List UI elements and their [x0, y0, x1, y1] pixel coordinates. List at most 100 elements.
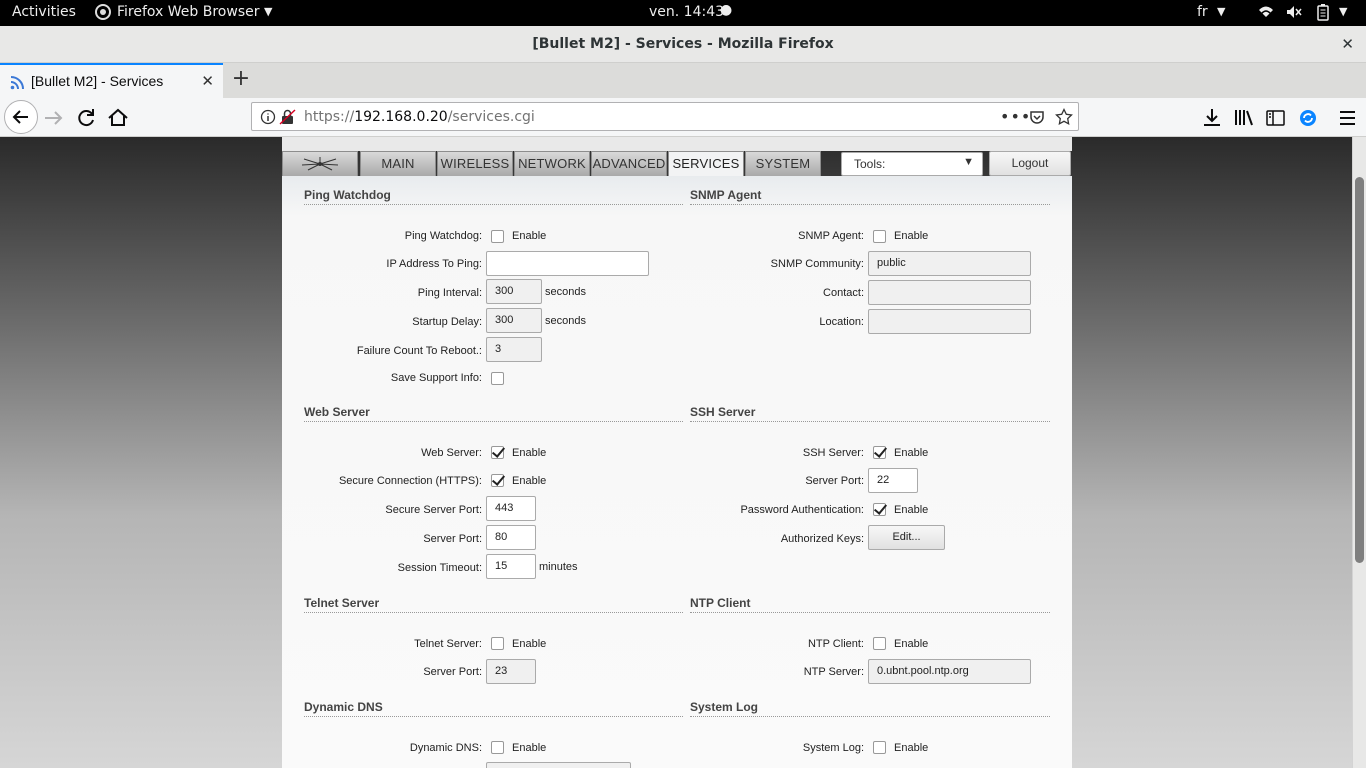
tab-main[interactable]: MAIN [360, 151, 436, 176]
sync-account-icon[interactable] [1295, 105, 1321, 131]
insecure-lock-icon[interactable] [279, 108, 297, 130]
telnet-server-label: Telnet Server: [414, 638, 482, 650]
reload-icon[interactable] [73, 105, 99, 131]
location-input[interactable] [868, 309, 1031, 334]
tab-network[interactable]: NETWORK [514, 151, 590, 176]
web-server-port-input[interactable]: 80 [486, 525, 536, 550]
failure-count-input[interactable]: 3 [486, 337, 542, 362]
edit-keys-button[interactable]: Edit... [868, 525, 945, 550]
contact-label: Contact: [823, 287, 864, 299]
window-close-icon[interactable]: ✕ [1341, 35, 1354, 53]
save-support-info-checkbox[interactable] [491, 372, 504, 385]
tab-advanced[interactable]: ADVANCED [591, 151, 667, 176]
airos-container: MAIN WIRELESS NETWORK ADVANCED SERVICES … [282, 137, 1072, 768]
pocket-icon[interactable] [1029, 109, 1045, 129]
tab-system[interactable]: SYSTEM [745, 151, 821, 176]
app-menu[interactable]: Firefox Web Browser [117, 4, 260, 20]
snmp-agent-enable-label: Enable [894, 230, 929, 242]
back-arrow-icon [12, 110, 28, 124]
forward-arrow-icon[interactable] [41, 105, 67, 131]
ssh-server-enable-label: Enable [894, 447, 929, 459]
tab-wireless[interactable]: WIRELESS [437, 151, 513, 176]
ping-watchdog-checkbox[interactable] [491, 230, 504, 243]
new-tab-icon[interactable]: + [230, 68, 252, 90]
secure-server-port-input[interactable]: 443 [486, 496, 536, 521]
dynamic-dns-host-input[interactable] [486, 762, 631, 768]
page-viewport: MAIN WIRELESS NETWORK ADVANCED SERVICES … [0, 137, 1352, 768]
tab-logo[interactable] [282, 151, 358, 176]
location-label: Location: [819, 316, 864, 328]
telnet-server-enable-label: Enable [512, 638, 547, 650]
telnet-server-heading: Telnet Server [304, 596, 683, 613]
contact-input[interactable] [868, 280, 1031, 305]
ntp-server-input[interactable]: 0.ubnt.pool.ntp.org [868, 659, 1031, 684]
session-timeout-unit: minutes [539, 561, 578, 573]
system-log-heading: System Log [690, 700, 1050, 717]
language-arrow-icon: ▼ [1217, 5, 1226, 18]
startup-delay-input[interactable]: 300 [486, 308, 542, 333]
tab-services[interactable]: SERVICES [668, 151, 744, 177]
snmp-agent-checkbox[interactable] [873, 230, 886, 243]
home-icon[interactable] [105, 105, 131, 131]
page-actions-icon[interactable]: ••• [1000, 107, 1031, 126]
volume-muted-icon[interactable] [1285, 3, 1303, 21]
dynamic-dns-enable-label: Enable [512, 742, 547, 754]
page-scrollbar[interactable] [1352, 137, 1366, 768]
ping-watchdog-label: Ping Watchdog: [404, 230, 482, 242]
https-enable-label: Enable [512, 475, 547, 487]
services-form: Ping Watchdog Ping Watchdog: Enable IP A… [282, 176, 1072, 768]
startup-delay-label: Startup Delay: [412, 316, 482, 328]
ssh-port-input[interactable]: 22 [868, 468, 918, 493]
firefox-app-icon [94, 3, 112, 21]
snmp-community-input[interactable]: public [868, 251, 1031, 276]
ip-to-ping-input[interactable] [486, 251, 649, 276]
telnet-server-checkbox[interactable] [491, 637, 504, 650]
sidebar-icon[interactable] [1263, 105, 1289, 131]
browser-tab[interactable]: [Bullet M2] - Services ✕ [0, 63, 223, 98]
chevron-down-icon: ▼ [963, 156, 974, 168]
wifi-icon[interactable] [1257, 3, 1275, 21]
system-menu-arrow-icon[interactable]: ▼ [1339, 5, 1347, 18]
ssh-server-checkbox[interactable] [873, 446, 886, 459]
scrollbar-thumb[interactable] [1355, 177, 1364, 563]
back-button[interactable] [4, 100, 38, 134]
password-auth-checkbox[interactable] [873, 503, 886, 516]
rss-feed-icon [10, 75, 24, 94]
clock[interactable]: ven. 14:43 [649, 4, 724, 20]
notification-dot-icon: ● [720, 2, 733, 18]
ntp-client-heading: NTP Client [690, 596, 1050, 613]
ubiquiti-logo-icon [301, 157, 339, 171]
session-timeout-input[interactable]: 15 [486, 554, 536, 579]
ssh-port-label: Server Port: [805, 475, 864, 487]
https-checkbox[interactable] [491, 474, 504, 487]
bookmark-star-icon[interactable] [1055, 107, 1073, 130]
url-text[interactable]: https://192.168.0.20/services.cgi [304, 109, 535, 125]
ping-interval-input[interactable]: 300 [486, 279, 542, 304]
system-log-checkbox[interactable] [873, 741, 886, 754]
telnet-port-input[interactable]: 23 [486, 659, 536, 684]
language-indicator[interactable]: fr [1197, 4, 1208, 20]
ssh-server-heading: SSH Server [690, 405, 1050, 422]
startup-delay-unit: seconds [545, 315, 586, 327]
close-tab-icon[interactable]: ✕ [201, 72, 214, 90]
library-icon[interactable] [1231, 105, 1257, 131]
tools-select[interactable]: Tools: ▼ [841, 152, 983, 176]
url-bar[interactable]: https://192.168.0.20/services.cgi ••• [251, 102, 1079, 131]
dynamic-dns-checkbox[interactable] [491, 741, 504, 754]
activities-button[interactable]: Activities [12, 4, 76, 20]
system-log-label: System Log: [802, 742, 864, 754]
web-server-port-label: Server Port: [423, 533, 482, 545]
battery-icon[interactable] [1314, 3, 1332, 21]
web-server-enable-label: Enable [512, 447, 547, 459]
downloads-icon[interactable] [1199, 105, 1225, 131]
info-icon[interactable] [260, 109, 276, 129]
hamburger-menu-icon[interactable] [1335, 105, 1361, 131]
web-server-checkbox[interactable] [491, 446, 504, 459]
ping-watchdog-enable-label: Enable [512, 230, 547, 242]
ntp-client-checkbox[interactable] [873, 637, 886, 650]
logout-button[interactable]: Logout [989, 151, 1071, 176]
ntp-client-label: NTP Client: [807, 638, 864, 650]
authorized-keys-label: Authorized Keys: [780, 533, 864, 545]
snmp-agent-label: SNMP Agent: [798, 230, 864, 242]
navigation-bar: https://192.168.0.20/services.cgi ••• [0, 98, 1366, 137]
